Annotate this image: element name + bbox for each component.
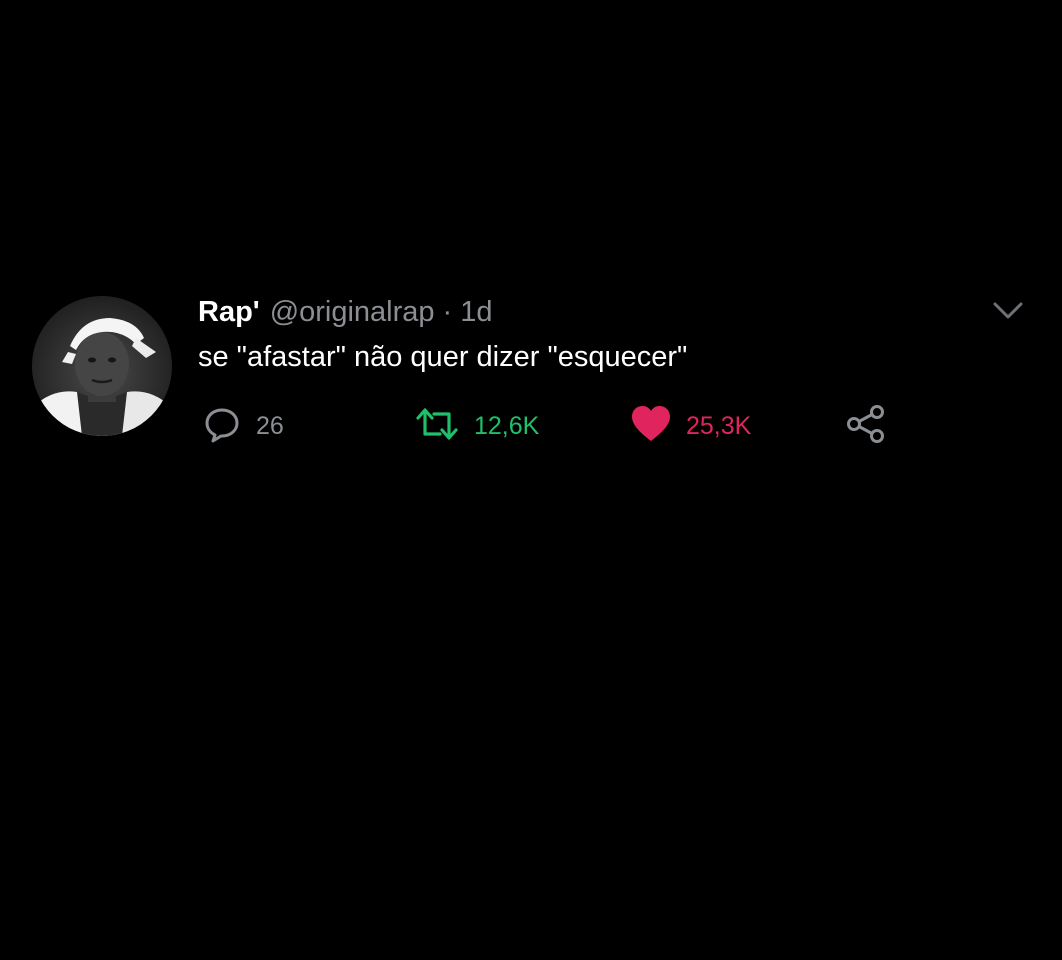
share-icon (844, 402, 888, 451)
reply-icon (202, 404, 242, 449)
tweet-text: se "afastar" não quer dizer "esquecer" (198, 341, 688, 373)
display-name[interactable]: Rap' (198, 292, 260, 332)
tweet-header: Rap' @originalrap · 1d (198, 292, 492, 332)
user-handle[interactable]: @originalrap (270, 292, 435, 332)
retweet-button[interactable]: 12,6K (414, 402, 539, 450)
like-button[interactable]: 25,3K (630, 402, 751, 450)
share-button[interactable] (844, 402, 888, 450)
action-bar: 26 12,6K 25,3K (0, 402, 1062, 450)
reply-count: 26 (256, 411, 284, 440)
retweet-count: 12,6K (474, 411, 540, 440)
tweet: Rap' @originalrap · 1d se "afastar" não … (0, 0, 1062, 960)
chevron-down-icon[interactable] (990, 296, 1026, 324)
like-count: 25,3K (686, 411, 752, 440)
reply-button[interactable]: 26 (202, 402, 284, 450)
timestamp[interactable]: 1d (460, 292, 492, 332)
heart-icon (630, 404, 672, 449)
retweet-icon (414, 404, 460, 449)
separator: · (442, 296, 453, 328)
